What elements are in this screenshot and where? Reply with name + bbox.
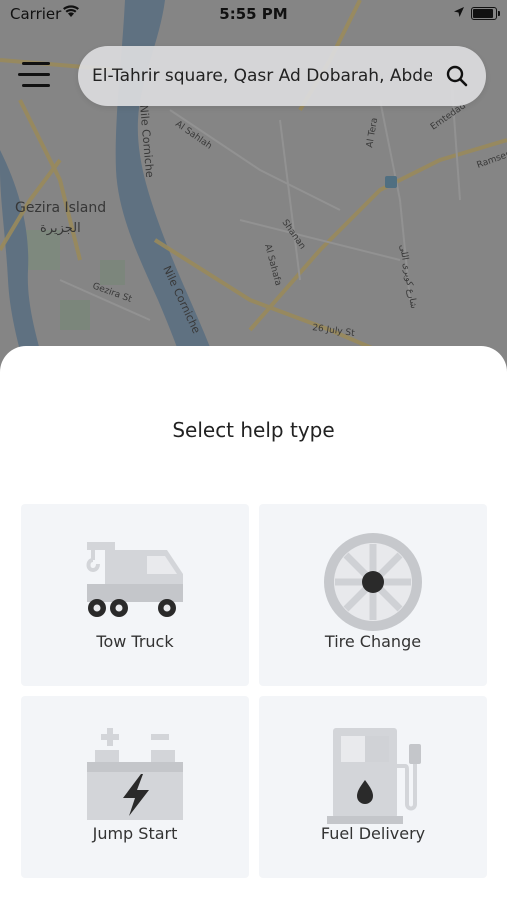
menu-button[interactable] [18,60,54,90]
fuel-delivery-option[interactable]: Fuel Delivery [259,696,487,878]
option-label: Tow Truck [96,632,174,651]
fuel-pump-icon [327,728,421,824]
status-bar: Carrier 5:55 PM [0,0,507,30]
tow-truck-icon [86,542,183,617]
tire-icon [324,533,422,631]
location-arrow-icon [454,7,464,17]
help-type-sheet: Select help type Tow Truck Tire Change J… [0,346,507,900]
search-bar [78,46,486,106]
option-label: Tire Change [324,632,422,651]
option-label: Fuel Delivery [320,824,426,843]
option-label: Jump Start [92,824,178,843]
menu-icon-bar [22,62,50,65]
menu-icon-bar [18,73,50,76]
tow-truck-option[interactable]: Tow Truck [21,504,249,686]
battery-icon [471,7,500,20]
search-input[interactable] [92,46,432,106]
menu-icon-bar [22,84,50,87]
tire-change-option[interactable]: Tire Change [259,504,487,686]
sheet-title: Select help type [172,418,335,442]
battery-icon [87,728,183,820]
status-time: 5:55 PM [219,5,288,23]
search-icon[interactable] [446,65,468,87]
jump-start-option[interactable]: Jump Start [21,696,249,878]
